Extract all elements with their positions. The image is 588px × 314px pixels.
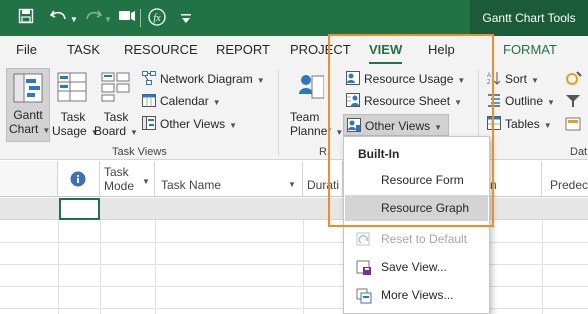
- indicators-column-header[interactable]: [58, 161, 100, 197]
- menu-item-more-views[interactable]: More Views...: [344, 282, 489, 308]
- info-icon: [70, 171, 86, 190]
- redo-icon: [84, 8, 103, 30]
- menu-item-label: More Views...: [381, 288, 454, 302]
- redo-dropdown-icon: ▼: [104, 15, 112, 24]
- tab-resource[interactable]: RESOURCE: [124, 36, 198, 64]
- context-tools-title: Gantt Chart Tools: [470, 0, 588, 36]
- task-board-icon: [101, 72, 131, 107]
- customize-icon[interactable]: [180, 11, 192, 31]
- reset-icon: [356, 231, 372, 247]
- task-name-filter-icon[interactable]: ▼: [288, 180, 296, 189]
- gantt-chart-icon: [13, 73, 43, 108]
- menu-item-label: Save View...: [381, 260, 447, 274]
- gantt-chart-button[interactable]: Gantt Chart ▼: [6, 68, 50, 142]
- highlight-icon[interactable]: [565, 70, 583, 91]
- team-planner-button[interactable]: Team Planner ▼: [286, 68, 344, 142]
- task-board-label: Task Board ▼: [94, 110, 138, 138]
- highlight-frame: [328, 34, 494, 227]
- task-sheet: Task Mode ▼ Task Name ▼ Durati n Predec: [0, 161, 588, 314]
- fx-icon[interactable]: fx: [148, 8, 166, 32]
- task-usage-button[interactable]: Task Usage ▼: [52, 68, 99, 142]
- start-column-header[interactable]: n: [490, 161, 542, 197]
- save-icon[interactable]: [18, 8, 34, 30]
- tables-button[interactable]: Tables ▼: [487, 114, 552, 134]
- menu-item-reset-to-default: Reset to Default: [344, 226, 489, 252]
- task-mode-column-header[interactable]: Task Mode ▼: [100, 161, 155, 197]
- task-views-group-label: Task Views: [112, 146, 167, 158]
- outline-button[interactable]: Outline ▼: [487, 91, 555, 111]
- sort-button[interactable]: A Z Sort ▼: [487, 69, 539, 89]
- present-icon[interactable]: [118, 8, 136, 30]
- menu-item-save-view[interactable]: Save View...: [344, 254, 489, 280]
- group-by-icon[interactable]: [565, 117, 581, 136]
- other-views-icon: [142, 116, 156, 130]
- ribbon-tabs: File TASK RESOURCE REPORT PROJECT VIEW H…: [0, 36, 588, 64]
- svg-text:fx: fx: [153, 13, 161, 24]
- other-views-task-button[interactable]: Other Views ▼: [142, 114, 237, 134]
- network-diagram-button[interactable]: Network Diagram ▼: [142, 69, 265, 89]
- task-board-button[interactable]: Task Board ▼: [94, 68, 138, 142]
- task-mode-filter-icon[interactable]: ▼: [142, 177, 150, 186]
- save-view-icon: [356, 259, 372, 275]
- active-cell[interactable]: [59, 198, 100, 220]
- ribbon: Gantt Chart ▼ Task Usage ▼ Task Board ▼ Net…: [0, 64, 588, 160]
- title-bar: ▼ ▼ fx Gantt Chart Tools: [0, 0, 588, 36]
- network-diagram-icon: [142, 71, 156, 85]
- gantt-chart-label: Gantt Chart ▼: [9, 108, 51, 136]
- undo-icon[interactable]: [49, 8, 68, 30]
- row-selector-header[interactable]: [0, 161, 58, 197]
- predecessors-header-label: Predec: [550, 178, 588, 192]
- tab-format[interactable]: FORMAT: [503, 36, 557, 64]
- undo-dropdown-icon[interactable]: ▼: [70, 10, 78, 30]
- tab-report[interactable]: REPORT: [216, 36, 270, 64]
- calendar-button[interactable]: Calendar ▼: [142, 91, 221, 111]
- menu-item-label: Reset to Default: [381, 232, 468, 246]
- calendar-icon: [142, 93, 156, 107]
- team-planner-icon: [298, 72, 325, 107]
- filter-icon[interactable]: [565, 94, 581, 113]
- data-group-label: Dat: [570, 146, 588, 158]
- more-views-icon: [356, 287, 372, 304]
- task-name-header-label: Task Name: [161, 178, 222, 192]
- task-usage-icon: [57, 72, 87, 107]
- predecessors-column-header[interactable]: Predec: [542, 161, 588, 197]
- task-name-column-header[interactable]: Task Name ▼: [155, 161, 303, 197]
- tab-file[interactable]: File: [16, 36, 37, 64]
- team-planner-label: Team Planner ▼: [290, 110, 344, 138]
- resource-views-group-label: R: [319, 146, 327, 158]
- task-usage-label: Task Usage ▼: [52, 110, 99, 138]
- task-mode-header-label: Task Mode: [104, 165, 135, 193]
- tab-task[interactable]: TASK: [67, 36, 100, 64]
